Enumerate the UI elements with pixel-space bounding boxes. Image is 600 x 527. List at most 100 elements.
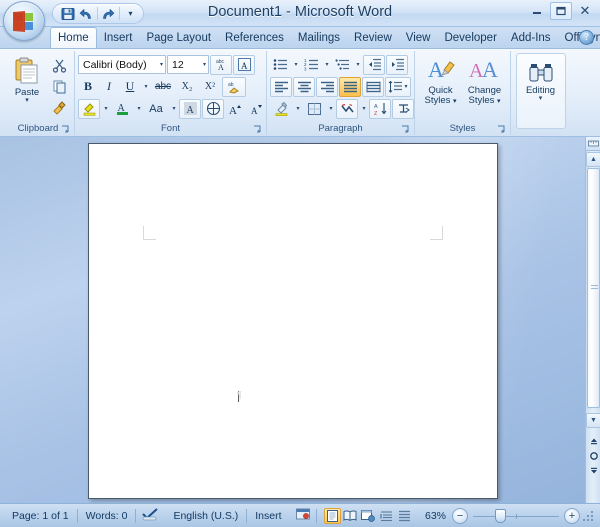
zoom-slider-thumb[interactable]: [495, 508, 506, 523]
align-center-button[interactable]: [293, 76, 315, 97]
font-color-dropdown-button[interactable]: ▾: [134, 99, 143, 119]
quick-styles-button[interactable]: A Quick Styles ▾: [419, 53, 463, 122]
font-color-button[interactable]: A: [111, 99, 133, 119]
tab-view[interactable]: View: [399, 28, 438, 48]
status-language[interactable]: English (U.S.): [165, 510, 246, 522]
select-browse-object-button[interactable]: [587, 449, 600, 462]
strikethrough-button[interactable]: abc: [151, 77, 175, 97]
font-name-combobox[interactable]: Calibri (Body) ▾: [78, 55, 166, 74]
view-print-layout-button[interactable]: [323, 507, 341, 524]
clipboard-dialog-launcher[interactable]: [60, 125, 70, 135]
shading-dropdown-button[interactable]: ▾: [293, 99, 302, 119]
character-shading-button[interactable]: A: [179, 98, 201, 119]
tab-developer[interactable]: Developer: [437, 28, 503, 48]
view-outline-button[interactable]: [378, 508, 395, 524]
shrink-font-button[interactable]: A: [246, 99, 266, 119]
view-full-screen-reading-button[interactable]: [342, 508, 359, 524]
zoom-level[interactable]: 63%: [419, 510, 452, 522]
minimize-button[interactable]: [526, 2, 548, 20]
asian-layout-button[interactable]: [392, 98, 414, 119]
subscript-button[interactable]: X₂: [176, 77, 198, 97]
styles-dialog-launcher[interactable]: [496, 125, 506, 135]
text-highlight-color-button[interactable]: [78, 98, 100, 119]
align-left-button[interactable]: [270, 76, 292, 97]
help-icon[interactable]: ?: [579, 30, 594, 45]
tab-review[interactable]: Review: [347, 28, 399, 48]
numbering-dropdown-button[interactable]: ▾: [322, 55, 331, 75]
view-web-layout-button[interactable]: [360, 508, 377, 524]
bullets-button[interactable]: [270, 55, 290, 75]
view-draft-button[interactable]: [396, 508, 413, 524]
underline-button[interactable]: U: [120, 77, 140, 97]
status-page-indicator[interactable]: Page: 1 of 1: [4, 510, 77, 522]
increase-indent-button[interactable]: [386, 54, 408, 75]
tab-add-ins[interactable]: Add-Ins: [504, 28, 558, 48]
scroll-up-button[interactable]: ▲: [586, 152, 600, 167]
underline-dropdown-button[interactable]: ▾: [141, 77, 150, 97]
superscript-button[interactable]: X²: [199, 77, 221, 97]
font-size-combobox[interactable]: 12 ▾: [167, 55, 209, 74]
status-proofing-icon[interactable]: [136, 507, 165, 524]
sort-button[interactable]: A Z: [369, 98, 391, 119]
resize-grip[interactable]: [582, 508, 596, 523]
status-word-count[interactable]: Words: 0: [78, 510, 136, 522]
character-border-button[interactable]: A: [233, 54, 255, 75]
borders-button[interactable]: [303, 99, 325, 119]
tab-insert[interactable]: Insert: [97, 28, 140, 48]
office-button[interactable]: [3, 1, 45, 41]
zoom-out-button[interactable]: −: [452, 507, 468, 524]
next-page-button[interactable]: [587, 465, 600, 478]
tab-page-layout[interactable]: Page Layout: [139, 28, 218, 48]
clear-formatting-button[interactable]: ab: [222, 76, 246, 97]
multilevel-list-icon: [335, 59, 349, 70]
full-screen-reading-icon: [343, 510, 357, 521]
paragraph-dialog-launcher[interactable]: [400, 125, 410, 135]
change-case-dropdown-button[interactable]: ▾: [169, 99, 178, 119]
scroll-down-button[interactable]: ▼: [586, 413, 600, 428]
grow-font-button[interactable]: A: [225, 99, 245, 119]
bullets-dropdown-button[interactable]: ▾: [291, 55, 300, 75]
view-ruler-button[interactable]: [585, 137, 600, 151]
tab-mailings[interactable]: Mailings: [291, 28, 347, 48]
document-canvas[interactable]: ¶: [0, 137, 585, 503]
close-button[interactable]: ✕: [574, 2, 596, 20]
show-hide-marks-button[interactable]: [336, 98, 358, 119]
borders-dropdown-button[interactable]: ▾: [326, 99, 335, 119]
previous-page-button[interactable]: [587, 433, 600, 446]
change-case-button[interactable]: Aa: [144, 99, 168, 119]
tab-home[interactable]: Home: [50, 27, 97, 48]
decrease-indent-button[interactable]: [363, 54, 385, 75]
shading-button[interactable]: [270, 99, 292, 119]
copy-button[interactable]: [49, 76, 69, 96]
show-hide-dropdown-button[interactable]: ▾: [359, 99, 368, 119]
enclose-characters-button[interactable]: [202, 98, 224, 119]
change-styles-button[interactable]: A A Change Styles ▾: [463, 53, 507, 122]
document-page[interactable]: ¶: [88, 143, 498, 499]
highlight-dropdown-button[interactable]: ▾: [101, 99, 110, 119]
status-macro-icon[interactable]: [290, 508, 316, 524]
multilevel-dropdown-button[interactable]: ▾: [353, 55, 362, 75]
editing-button[interactable]: Editing ▾: [515, 53, 566, 129]
numbering-button[interactable]: 123: [301, 55, 321, 75]
italic-button[interactable]: I: [99, 77, 119, 97]
font-dialog-launcher[interactable]: [252, 125, 262, 135]
line-spacing-button[interactable]: ▾: [385, 76, 411, 97]
zoom-slider-track[interactable]: [473, 508, 559, 524]
tab-references[interactable]: References: [218, 28, 291, 48]
format-painter-button[interactable]: [49, 97, 69, 117]
zoom-in-button[interactable]: +: [564, 507, 580, 524]
align-right-button[interactable]: [316, 76, 338, 97]
zoom-slider[interactable]: − +: [452, 507, 580, 524]
paste-button[interactable]: Paste ▾: [5, 53, 49, 122]
scrollbar-thumb[interactable]: [587, 168, 600, 408]
cut-button[interactable]: [49, 55, 69, 75]
justify-button[interactable]: [339, 76, 361, 97]
change-case-caret-icon: ▾: [172, 106, 176, 112]
maximize-restore-button[interactable]: [550, 2, 572, 20]
distributed-button[interactable]: [362, 76, 384, 97]
bold-button[interactable]: B: [78, 77, 98, 97]
multilevel-list-button[interactable]: [332, 55, 352, 75]
phonetic-guide-button[interactable]: abc A: [210, 54, 232, 75]
status-insert-mode[interactable]: Insert: [247, 510, 289, 522]
vertical-scrollbar[interactable]: ▲ ▼: [585, 137, 600, 503]
